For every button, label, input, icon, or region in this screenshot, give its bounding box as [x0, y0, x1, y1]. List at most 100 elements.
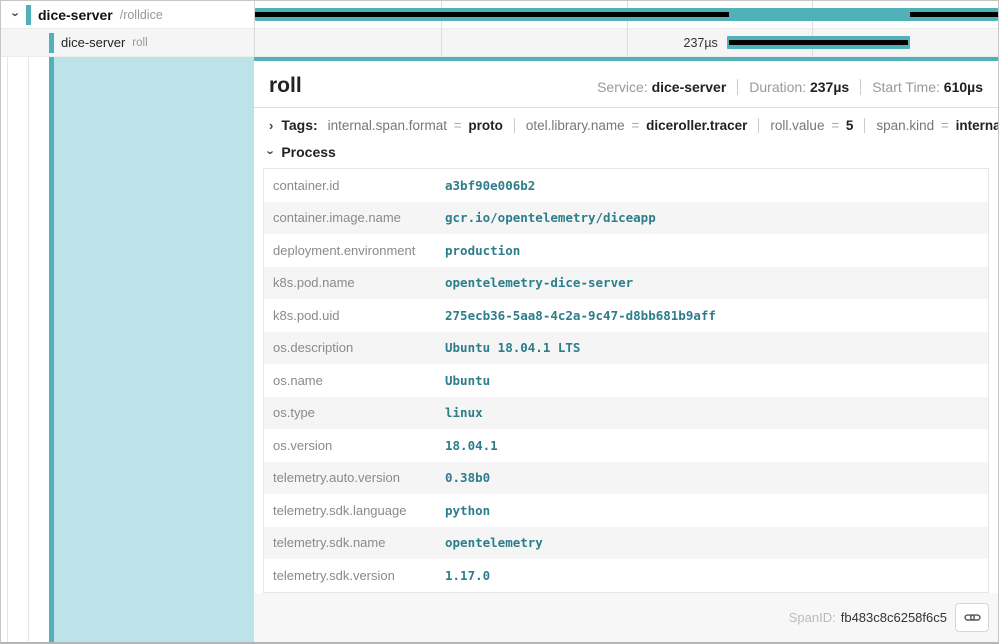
tag-key: internal.span.format [328, 118, 447, 133]
operation-name: roll [132, 37, 147, 49]
span-detail-panel: roll Service: dice-server Duration: 237µ… [254, 57, 998, 643]
process-value: Ubuntu 18.04.1 LTS [445, 340, 988, 355]
process-key: deployment.environment [264, 243, 445, 258]
span-name-cell-roll[interactable]: dice-server roll [1, 29, 254, 57]
span-row-roll[interactable]: dice-server roll 237µs [1, 29, 998, 57]
span-detail-footer: SpanID: fb483c8c6258f6c5 [254, 593, 998, 644]
meta-value: dice-server [652, 79, 727, 95]
span-detail-section: roll Service: dice-server Duration: 237µ… [1, 57, 998, 643]
process-value: a3bf90e006b2 [445, 178, 988, 193]
span-row-rolldice[interactable]: › dice-server /rolldice [1, 1, 998, 29]
parent-span-bar[interactable] [255, 8, 998, 21]
tag-summary-item: internal.span.format = proto [328, 118, 514, 133]
tags-label: Tags: [281, 117, 317, 133]
process-table-row: os.type linux [264, 397, 988, 430]
process-key: k8s.pod.uid [264, 308, 445, 323]
tag-key: span.kind [876, 118, 934, 133]
process-table: container.id a3bf90e006b2 container.imag… [263, 168, 989, 593]
process-table-row: k8s.pod.uid 275ecb36-5aa8-4c2a-9c47-d8bb… [264, 299, 988, 332]
tag-key: roll.value [770, 118, 824, 133]
tag-summary-item: span.kind = internal [864, 118, 999, 133]
process-value: python [445, 503, 988, 518]
chevron-down-icon: › [9, 12, 24, 16]
meta-label: Duration: [749, 79, 810, 95]
process-table-row: container.id a3bf90e006b2 [264, 169, 988, 202]
tag-value: diceroller.tracer [646, 118, 747, 133]
service-color-bar [26, 5, 31, 25]
span-bar-inner-line [729, 40, 909, 45]
process-key: k8s.pod.name [264, 275, 445, 290]
span-name-cell-rolldice[interactable]: › dice-server /rolldice [1, 1, 254, 29]
tag-equals: = [451, 118, 465, 133]
process-key: telemetry.sdk.language [264, 503, 445, 518]
process-table-row: container.image.name gcr.io/opentelemetr… [264, 202, 988, 235]
process-table-row: os.name Ubuntu [264, 364, 988, 397]
tree-guide-line [28, 57, 29, 643]
gridline-50 [627, 29, 628, 56]
process-value: opentelemetry [445, 535, 988, 550]
chevron-down-icon: › [269, 145, 273, 160]
tag-key: otel.library.name [526, 118, 625, 133]
process-table-row: telemetry.sdk.language python [264, 494, 988, 527]
tag-value: proto [468, 118, 503, 133]
service-color-bar [49, 33, 54, 53]
deep-link-button[interactable] [955, 603, 989, 632]
process-key: container.image.name [264, 210, 445, 225]
meta-label: Start Time: [872, 79, 944, 95]
service-name: dice-server [61, 35, 125, 50]
service-name: dice-server [38, 7, 113, 23]
process-key: container.id [264, 178, 445, 193]
process-value: production [445, 243, 988, 258]
process-table-row: k8s.pod.name opentelemetry-dice-server [264, 267, 988, 300]
meta-item: Start Time: 610µs [860, 79, 983, 95]
span-title: roll [269, 74, 302, 98]
tags-accordion[interactable]: › Tags: internal.span.format = proto ote… [254, 108, 998, 140]
tag-equals: = [828, 118, 842, 133]
process-key: os.name [264, 373, 445, 388]
process-key: telemetry.sdk.version [264, 568, 445, 583]
tags-summary-list: internal.span.format = proto otel.librar… [328, 118, 999, 133]
tag-summary-item: roll.value = 5 [758, 118, 864, 133]
tag-summary-item: otel.library.name = diceroller.tracer [514, 118, 759, 133]
parent-self-time-segment [910, 12, 998, 17]
trace-detail-window: › dice-server /rolldice dice-server roll… [0, 0, 999, 644]
child-span-bar[interactable] [727, 36, 911, 49]
process-key: os.version [264, 438, 445, 453]
process-accordion[interactable]: › Process [254, 140, 998, 166]
meta-value: 610µs [944, 79, 983, 95]
spanid-label: SpanID: [789, 610, 836, 625]
timeline-cell-roll[interactable]: 237µs [254, 29, 998, 57]
tag-equals: = [628, 118, 642, 133]
process-value: opentelemetry-dice-server [445, 275, 988, 290]
process-table-row: telemetry.sdk.name opentelemetry [264, 527, 988, 560]
process-value: gcr.io/opentelemetry/diceapp [445, 210, 988, 225]
process-key: os.description [264, 340, 445, 355]
process-value: Ubuntu [445, 373, 988, 388]
process-value: linux [445, 405, 988, 420]
meta-value: 237µs [810, 79, 849, 95]
process-value: 18.04.1 [445, 438, 988, 453]
process-value: 1.17.0 [445, 568, 988, 583]
meta-item: Service: dice-server [586, 79, 737, 95]
span-duration-label: 237µs [684, 29, 718, 57]
collapse-children-icon[interactable]: › [7, 7, 25, 22]
gridline-25 [441, 29, 442, 56]
meta-label: Service: [597, 79, 651, 95]
process-key: telemetry.sdk.name [264, 535, 445, 550]
span-meta: Service: dice-server Duration: 237µs Sta… [586, 79, 983, 95]
spanid-value: fb483c8c6258f6c5 [841, 610, 947, 625]
timeline-cell-rolldice[interactable] [254, 1, 998, 29]
parent-self-time-segment [255, 12, 729, 17]
tag-value: 5 [846, 118, 854, 133]
process-table-row: os.description Ubuntu 18.04.1 LTS [264, 332, 988, 365]
process-label: Process [281, 144, 335, 160]
process-key: os.type [264, 405, 445, 420]
process-table-row: os.version 18.04.1 [264, 429, 988, 462]
chevron-right-icon: › [269, 118, 273, 133]
tag-equals: = [938, 118, 952, 133]
operation-name: /rolldice [120, 8, 163, 22]
process-table-row: telemetry.sdk.version 1.17.0 [264, 559, 988, 592]
tag-value: internal [956, 118, 999, 133]
detail-accent-fill [54, 57, 254, 643]
span-detail-header: roll Service: dice-server Duration: 237µ… [254, 61, 998, 108]
